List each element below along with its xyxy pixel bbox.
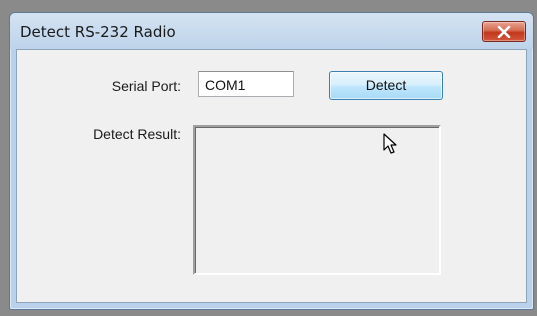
arrow-pointer-icon — [383, 133, 397, 154]
title-bar[interactable]: Detect RS-232 Radio — [10, 13, 533, 49]
detect-button[interactable]: Detect — [329, 71, 443, 100]
detect-result-box[interactable] — [193, 125, 441, 275]
close-x-icon — [497, 25, 511, 38]
detect-result-label: Detect Result: — [93, 126, 181, 142]
detect-radio-dialog: Detect RS-232 Radio Serial Port: COM1 De… — [9, 12, 534, 310]
serial-port-field[interactable]: COM1 — [198, 71, 294, 97]
dialog-client-area: Serial Port: COM1 Detect Detect Result: — [16, 49, 527, 303]
window-title: Detect RS-232 Radio — [20, 23, 176, 41]
close-button[interactable] — [482, 21, 526, 42]
serial-port-label: Serial Port: — [111, 78, 181, 94]
